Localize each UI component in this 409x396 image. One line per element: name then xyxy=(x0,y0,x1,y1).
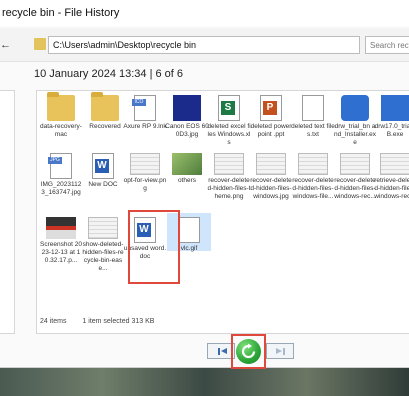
file-item[interactable]: drw_trial_bn and_Installer.exe xyxy=(333,95,377,147)
file-label: deleted text files.txt xyxy=(291,123,335,138)
screenshot-thumb-icon xyxy=(214,153,244,175)
word-icon: W xyxy=(92,153,114,179)
file-label: opt-for-view.png xyxy=(123,177,167,192)
file-item[interactable]: opt-for-view.png xyxy=(123,153,167,193)
file-item[interactable]: data-recovery-mac xyxy=(39,92,83,139)
screenshot-thumb-icon xyxy=(130,153,160,175)
file-item[interactable]: Canon EOS 600D3.jpg xyxy=(165,95,209,139)
items-count: 24 items xyxy=(40,318,67,325)
file-label: recover-deleted-hidden-files-windows-fil… xyxy=(292,177,334,200)
file-type-tag: S xyxy=(221,101,235,115)
text-file-icon xyxy=(302,95,324,121)
restore-button[interactable] xyxy=(236,339,261,364)
folder-icon xyxy=(91,92,119,121)
file-label: Canon EOS 600D3.jpg xyxy=(165,123,209,138)
file-label: drw_trial_bn and_Installer.exe xyxy=(334,123,376,146)
file-item[interactable]: recover-deleted-hidden-files-theme.png xyxy=(207,153,251,201)
file-type-tag: JPG xyxy=(48,157,62,164)
folder-icon xyxy=(34,38,46,50)
screenshot-thumb-icon xyxy=(256,153,286,175)
file-label: IMG_20231123_163747.jpg xyxy=(40,181,82,196)
file-item[interactable]: W New DOC xyxy=(81,153,125,189)
title-bar: recycle bin - File History xyxy=(0,0,409,26)
excel-icon: S xyxy=(218,95,240,121)
file-item[interactable]: recover-deleted-hidden-files-windows-fil… xyxy=(291,153,335,201)
file-label: show-deleted-hidden-files-recycle-bin-ea… xyxy=(82,241,124,272)
file-label: Axure RP 9.lnk xyxy=(123,123,167,130)
address-field[interactable]: C:\Users\admin\Desktop\recycle bin xyxy=(48,36,360,54)
file-item[interactable]: recover-deleted-hidden-files-windows.jpg xyxy=(249,153,293,201)
file-item[interactable]: P deleted powerpoint .ppt xyxy=(249,95,293,139)
snapshot-date-label: 10 January 2024 13:34 | 6 of 6 xyxy=(34,68,184,80)
file-item[interactable]: S deleted excel files Windows.xls xyxy=(207,95,251,147)
file-item[interactable]: deleted text files.txt xyxy=(291,95,335,139)
file-type-tag: ICO xyxy=(132,99,146,106)
desktop-background xyxy=(0,368,409,396)
file-type-tag: W xyxy=(95,159,109,173)
restore-icon xyxy=(241,343,256,359)
photo-thumb-icon xyxy=(172,153,202,175)
installer-icon xyxy=(341,95,369,121)
screenshot-thumb-icon xyxy=(340,153,370,175)
gif-file-icon xyxy=(178,217,200,243)
selection-info: 1 item selected 313 KB xyxy=(82,318,155,325)
file-label: data-recovery-mac xyxy=(40,123,82,138)
address-bar-row: ← C:\Users\admin\Desktop\recycle bin Sea… xyxy=(0,28,409,62)
file-label: deleted powerpoint .ppt xyxy=(250,123,292,138)
powerpoint-icon: P xyxy=(260,95,282,121)
file-list-pane[interactable]: data-recovery-mac Recovered ICO Axure RP… xyxy=(36,90,409,334)
file-history-window: recycle bin - File History ← C:\Users\ad… xyxy=(0,0,409,369)
file-label: recover-deleted-hidden-files-windows.jpg xyxy=(250,177,292,200)
back-arrow-icon[interactable]: ← xyxy=(0,39,11,51)
file-label: retrieve-deleted-hidden-files-windows-re… xyxy=(374,177,409,200)
navigation-pane[interactable] xyxy=(0,90,15,334)
image-file-icon: ICO xyxy=(132,95,156,121)
file-item[interactable]: recover-deleted-hidden-files-windows-rec… xyxy=(333,153,377,201)
file-label: deleted excel files Windows.xls xyxy=(207,123,251,146)
installer-icon xyxy=(381,95,409,121)
file-label: others xyxy=(177,177,197,184)
file-label: Screenshot 2023-12-13 at 10.32.17.p... xyxy=(40,241,82,264)
screenshot-thumb-icon xyxy=(380,153,409,175)
photo-icon xyxy=(173,95,201,121)
image-file-icon: JPG xyxy=(48,153,72,179)
file-item[interactable]: retrieve-deleted-hidden-files-windows-re… xyxy=(373,153,409,201)
folder-icon xyxy=(47,92,75,121)
file-type-tag: P xyxy=(263,101,277,115)
file-item[interactable]: ICO Axure RP 9.lnk xyxy=(123,95,167,131)
file-item[interactable]: drw17.0_trial_B.exe xyxy=(373,95,409,139)
next-version-button[interactable] xyxy=(266,343,294,359)
file-label: New DOC xyxy=(88,181,118,188)
file-label: drw17.0_trial_B.exe xyxy=(374,123,409,138)
file-item[interactable]: JPG IMG_20231123_163747.jpg xyxy=(39,153,83,197)
status-bar: 24 items 1 item selected 313 KB xyxy=(40,318,168,325)
file-label: recover-deleted-hidden-files-theme.png xyxy=(207,177,251,200)
highlight-frame xyxy=(128,210,180,284)
file-label: recover-deleted-hidden-files-windows-rec… xyxy=(334,177,376,200)
file-item[interactable]: Screenshot 2023-12-13 at 10.32.17.p... xyxy=(39,217,83,265)
file-item[interactable]: show-deleted-hidden-files-recycle-bin-ea… xyxy=(81,217,125,273)
screenshot-thumb-icon xyxy=(298,153,328,175)
screenshot-thumb-icon xyxy=(46,217,76,239)
screenshot-thumb-icon xyxy=(88,217,118,239)
file-item[interactable]: Recovered xyxy=(83,92,127,131)
search-input[interactable]: Search recycle b xyxy=(365,36,409,54)
window-title: recycle bin - File History xyxy=(2,7,120,19)
file-item[interactable]: others xyxy=(165,153,209,185)
file-label: Recovered xyxy=(89,123,121,130)
